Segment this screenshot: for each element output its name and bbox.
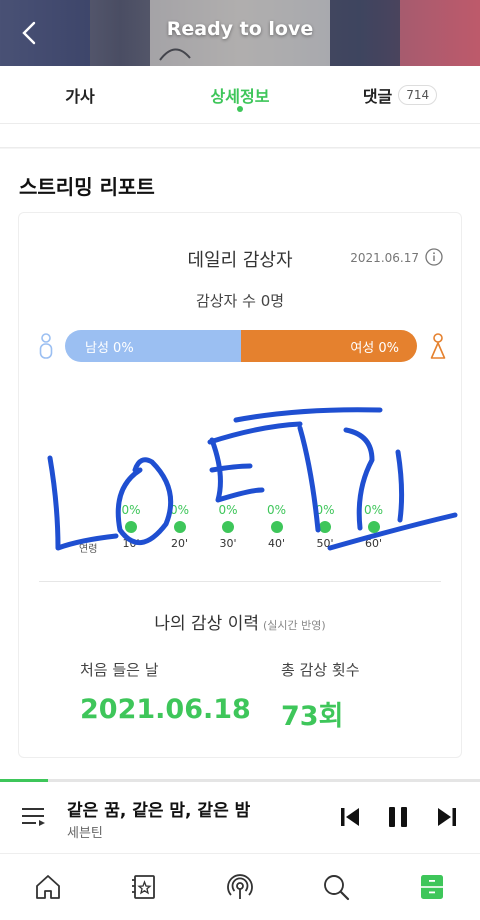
age-distribution: 연령 0% 10' 0% 20' 0% 30' 0% 40' 0% 50' 0% 60'	[19, 503, 463, 563]
tab-lyrics[interactable]: 가사	[0, 66, 160, 123]
first-listen-label: 처음 들은 날	[80, 661, 159, 679]
male-share-bar: 남성 0%	[65, 330, 241, 362]
age-group-0: 0% 10'	[111, 503, 151, 550]
home-icon	[36, 875, 60, 899]
age-group-value: 0%	[121, 503, 141, 517]
comment-count-badge: 714	[398, 84, 438, 105]
age-group-label: 60'	[364, 537, 383, 550]
age-group-value: 0%	[363, 503, 384, 517]
first-listen-value: 2021.06.18	[80, 694, 251, 725]
nav-broadcast[interactable]	[192, 854, 288, 920]
age-group-label: 40'	[267, 537, 286, 550]
age-group-1: 0% 20'	[160, 503, 200, 550]
age-group-dot	[270, 521, 283, 533]
total-plays-stat: 총 감상 횟수 73회	[281, 659, 360, 733]
female-share-label: 여성 0%	[350, 340, 399, 356]
playlist-icon[interactable]	[20, 802, 48, 830]
nav-storage[interactable]	[384, 854, 480, 920]
total-plays-label: 총 감상 횟수	[281, 661, 360, 679]
report-card: 데일리 감상자 2021.06.17 감상자 수 0명 남성 0% 여성 0%	[18, 212, 462, 758]
total-plays-value: 73회	[281, 701, 344, 732]
previous-track-icon[interactable]	[337, 804, 363, 830]
spacer	[0, 124, 480, 148]
tab-bar: 가사 상세정보 댓글 714	[0, 66, 480, 124]
album-header: Ready to love	[0, 0, 480, 66]
age-group-4: 0% 50'	[305, 503, 345, 550]
section-title: 스트리밍 리포트	[19, 175, 155, 199]
nav-library[interactable]	[96, 854, 192, 920]
info-icon[interactable]	[425, 248, 443, 266]
streaming-report-section: 스트리밍 리포트 데일리 감상자 2021.06.17 감상자 수 0명 남성 …	[0, 149, 480, 779]
age-group-3: 0% 40'	[257, 503, 297, 550]
age-group-dot	[125, 521, 137, 533]
nav-home[interactable]	[0, 854, 96, 920]
age-group-label: 20'	[170, 537, 189, 550]
tab-comments-label: 댓글	[362, 86, 393, 106]
age-group-5: 0% 60'	[354, 503, 394, 550]
age-group-value: 0%	[218, 503, 238, 517]
song-title: Ready to love	[166, 18, 314, 40]
tab-details-label: 상세정보	[210, 86, 270, 106]
age-group-value: 0%	[315, 503, 335, 517]
tab-details[interactable]: 상세정보	[160, 66, 320, 123]
age-group-value: 0%	[266, 503, 287, 517]
divider	[39, 581, 441, 582]
age-group-label: 30'	[219, 537, 237, 550]
age-group-dot	[173, 521, 186, 533]
bottom-navigation	[0, 854, 480, 920]
age-axis-caption: 연령	[79, 544, 98, 555]
pause-icon[interactable]	[385, 804, 411, 830]
mini-player[interactable]: 같은 꿈, 같은 맘, 같은 밤 세븐틴	[0, 782, 480, 854]
female-icon	[430, 333, 446, 359]
age-group-dot	[367, 521, 380, 533]
history-subtitle: (실시간 반영)	[262, 619, 326, 632]
tab-comments[interactable]: 댓글 714	[320, 66, 480, 123]
male-share-label: 남성 0%	[85, 340, 134, 356]
listening-history-title: 나의 감상 이력 (실시간 반영)	[19, 609, 461, 634]
storage-icon	[421, 875, 443, 899]
nav-search[interactable]	[288, 854, 384, 920]
report-date: 2021.06.17	[350, 251, 419, 265]
gender-ratio: 남성 0% 여성 0%	[37, 330, 447, 362]
age-group-label: 50'	[316, 537, 334, 550]
track-artist: 세븐틴	[67, 826, 103, 841]
active-tab-indicator	[237, 106, 243, 112]
next-track-icon[interactable]	[434, 804, 460, 830]
age-group-2: 0% 30'	[208, 503, 248, 550]
age-group-dot	[319, 521, 331, 533]
gender-bar: 남성 0% 여성 0%	[65, 330, 417, 362]
history-title-text: 나의 감상 이력	[154, 614, 259, 634]
first-listen-stat: 처음 들은 날 2021.06.18	[80, 659, 251, 725]
female-share-bar: 여성 0%	[241, 330, 417, 362]
age-group-value: 0%	[169, 503, 190, 517]
tab-lyrics-label: 가사	[65, 86, 95, 106]
track-title: 같은 꿈, 같은 맘, 같은 밤	[67, 801, 251, 821]
age-group-label: 10'	[122, 537, 140, 550]
male-icon	[39, 333, 53, 359]
search-icon	[324, 875, 350, 901]
broadcast-icon	[227, 874, 253, 899]
library-icon	[132, 875, 155, 899]
age-group-dot	[222, 521, 234, 533]
listener-count: 감상자 수 0명	[195, 292, 285, 310]
